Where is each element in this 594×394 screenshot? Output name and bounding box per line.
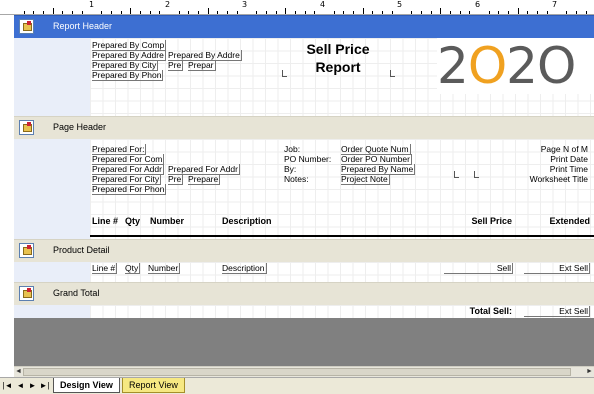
section-margin: [14, 38, 90, 116]
section-properties-icon[interactable]: [19, 243, 34, 258]
header-underline[interactable]: [90, 235, 594, 237]
ruler-number: 1: [89, 0, 95, 9]
section-margin: [14, 262, 90, 282]
section-bar-product-detail[interactable]: Product Detail: [14, 239, 594, 263]
column-header-qty[interactable]: Qty: [125, 216, 140, 226]
field-print-date[interactable]: Print Date: [550, 154, 588, 164]
page-header-area[interactable]: Prepared For: Prepared For Com Prepared …: [14, 139, 594, 239]
logo-glyph: 2: [437, 37, 469, 95]
column-header-line[interactable]: Line #: [92, 216, 118, 226]
scroll-right-icon[interactable]: ►: [585, 367, 594, 377]
empty-canvas-area: [14, 318, 594, 367]
ruler-number: 5: [397, 0, 403, 9]
view-tab-bar: |◄ ◄ ► ►| Design View Report View: [0, 377, 594, 394]
section-bar-report-header[interactable]: Report Header: [14, 15, 594, 39]
field-project-note[interactable]: Project Note: [341, 174, 390, 185]
field-pre[interactable]: Pre: [168, 174, 184, 185]
first-tab-icon[interactable]: |◄: [2, 380, 13, 391]
label-by[interactable]: By:: [284, 164, 296, 174]
report-title-line2: Report: [315, 59, 361, 75]
ruler-number: 7: [552, 0, 558, 9]
field-total-ext-sell[interactable]: Ext Sell: [524, 306, 590, 317]
previous-tab-icon[interactable]: ◄: [15, 380, 26, 391]
field-marker: [454, 171, 459, 178]
field-prepare[interactable]: Prepare: [188, 174, 221, 185]
field-print-time[interactable]: Print Time: [550, 164, 588, 174]
report-title[interactable]: Sell Price Report: [298, 40, 378, 76]
report-title-line1: Sell Price: [306, 41, 370, 57]
section-label: Grand Total: [53, 288, 100, 298]
column-header-number[interactable]: Number: [150, 216, 184, 226]
label-job[interactable]: Job:: [284, 144, 300, 154]
section-properties-icon[interactable]: [19, 19, 34, 34]
vertical-ruler: [0, 15, 15, 367]
ruler-number: 4: [320, 0, 326, 9]
field-page-n-of-m[interactable]: Page N of M: [541, 144, 588, 154]
field-prepared-by-phon[interactable]: Prepared By Phon: [92, 70, 164, 81]
detail-field-line[interactable]: Line #: [92, 263, 118, 274]
field-prepar[interactable]: Prepar: [188, 60, 216, 71]
product-detail-area[interactable]: Line # Qty Number Description Sell Ext S…: [14, 262, 594, 282]
detail-field-ext-sell[interactable]: Ext Sell: [524, 263, 590, 274]
detail-field-description[interactable]: Description: [222, 263, 267, 274]
tab-report-view[interactable]: Report View: [122, 378, 185, 393]
label-po-number[interactable]: PO Number:: [284, 154, 331, 164]
field-worksheet-title[interactable]: Worksheet Title: [530, 174, 588, 184]
field-marker: [390, 70, 395, 77]
scroll-left-icon[interactable]: ◄: [14, 367, 23, 377]
section-properties-icon[interactable]: [19, 286, 34, 301]
field-pre[interactable]: Pre: [168, 60, 184, 71]
detail-field-sell[interactable]: Sell: [444, 263, 513, 274]
label-total-sell[interactable]: Total Sell:: [444, 306, 512, 316]
field-prepared-for-phon[interactable]: Prepared For Phon: [92, 184, 167, 195]
section-label: Page Header: [53, 122, 107, 132]
column-header-sell-price[interactable]: Sell Price: [444, 216, 512, 226]
section-bar-page-header[interactable]: Page Header: [14, 116, 594, 140]
logo-glyph: O: [536, 37, 576, 95]
detail-field-number[interactable]: Number: [148, 263, 181, 274]
field-marker: [282, 70, 287, 77]
last-tab-icon[interactable]: ►|: [39, 380, 50, 391]
ruler-number: 3: [242, 0, 248, 9]
field-marker: [474, 171, 479, 178]
section-bar-grand-total[interactable]: Grand Total: [14, 282, 594, 306]
scrollbar-thumb[interactable]: [23, 368, 571, 376]
next-tab-icon[interactable]: ►: [27, 380, 38, 391]
ruler-number: 6: [475, 0, 481, 9]
ruler-number: 2: [165, 0, 171, 9]
logo-glyph: 2: [506, 37, 538, 95]
design-grid: [90, 305, 594, 318]
label-notes[interactable]: Notes:: [284, 174, 309, 184]
column-header-extended[interactable]: Extended: [524, 216, 590, 226]
detail-field-qty[interactable]: Qty: [125, 263, 141, 274]
section-label: Product Detail: [53, 245, 110, 255]
company-logo[interactable]: 2O2O: [437, 38, 594, 94]
section-properties-icon[interactable]: [19, 120, 34, 135]
column-header-description[interactable]: Description: [222, 216, 272, 226]
section-margin: [14, 305, 90, 318]
tab-design-view[interactable]: Design View: [53, 378, 120, 393]
section-margin: [14, 139, 90, 239]
logo-glyph: O: [467, 37, 507, 95]
section-label: Report Header: [53, 21, 113, 31]
grand-total-area[interactable]: Total Sell: Ext Sell: [14, 305, 594, 318]
horizontal-ruler: 1 2 3 4 5 6 7: [0, 0, 594, 15]
